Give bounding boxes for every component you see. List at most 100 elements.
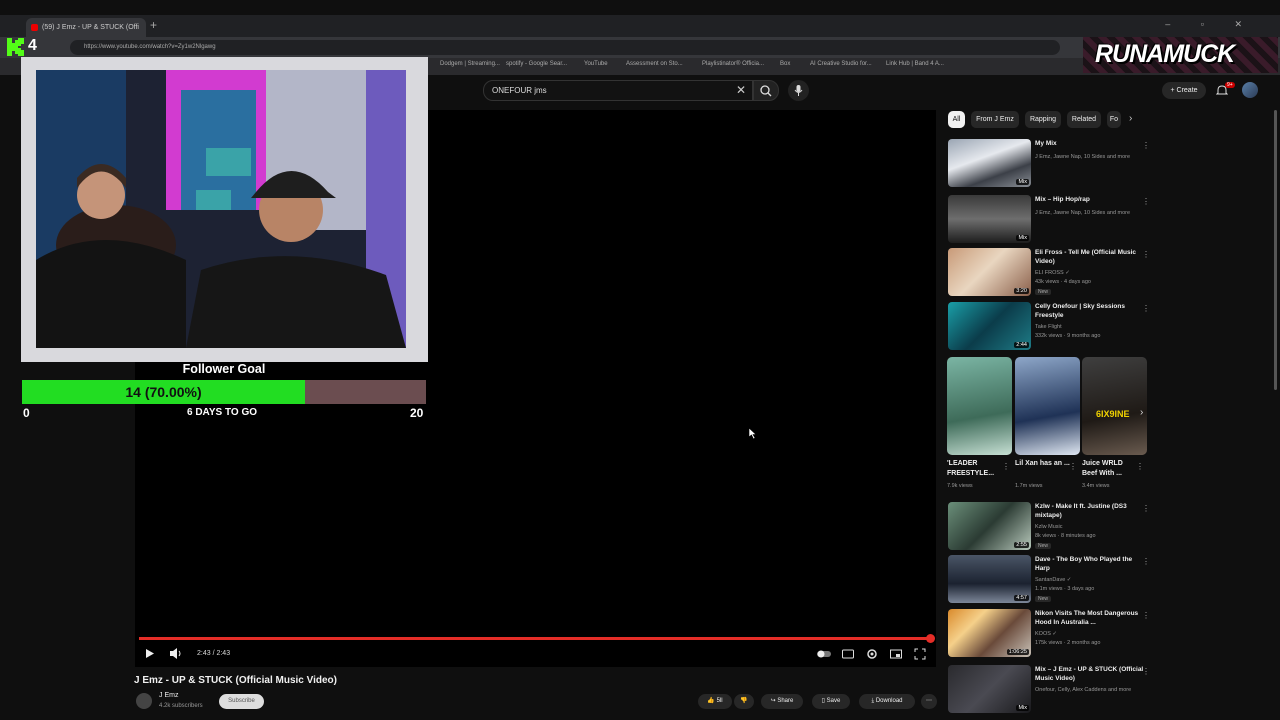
short-caption: 6IX9INE <box>1096 409 1130 419</box>
recommendation-title: Dave - The Boy Who Played the Harp <box>1035 556 1133 572</box>
webcam-feed <box>36 70 406 348</box>
channel-avatar[interactable] <box>136 693 152 709</box>
volume-button[interactable] <box>168 646 184 661</box>
video-title: J Emz - UP & STUCK (Official Music Video… <box>134 675 337 686</box>
save-button[interactable]: ▯ Save <box>812 694 850 709</box>
follower-goal-max: 20 <box>410 406 424 420</box>
play-icon <box>146 649 154 658</box>
chip-more[interactable]: Fo <box>1107 111 1121 128</box>
bookmark-item[interactable]: Playlistinator® Officia... <box>702 61 764 67</box>
search-icon <box>760 85 772 97</box>
short-more-icon[interactable]: ⋮ <box>1069 462 1077 471</box>
more-options-icon[interactable]: ⋮ <box>1142 667 1150 676</box>
search-button[interactable] <box>753 80 779 101</box>
new-tab-button[interactable]: + <box>150 18 157 32</box>
short-views: 7.9k views <box>947 483 973 489</box>
video-thumbnail: Mix <box>948 195 1031 243</box>
autoplay-toggle[interactable] <box>815 646 833 661</box>
new-badge: New <box>1035 596 1052 602</box>
thumbs-down-icon: 👎 <box>740 698 748 704</box>
bookmark-item[interactable]: Link Hub | Band 4 A... <box>886 61 944 67</box>
browser-tab[interactable]: (59) J Emz - UP & STUCK (Offi <box>26 18 146 37</box>
clear-search-icon[interactable]: ✕ <box>736 83 746 97</box>
recommendation-title: My Mix <box>1035 140 1057 147</box>
recommendation-meta: Onefour, Celly, Alex Caddens and more <box>1035 687 1132 693</box>
like-count: 5ll <box>716 698 723 704</box>
miniplayer-icon <box>890 649 902 659</box>
short-more-icon[interactable]: ⋮ <box>1136 462 1144 471</box>
shorts-next-icon[interactable]: › <box>1140 407 1143 418</box>
chip-from-channel[interactable]: From J Emz <box>971 111 1019 128</box>
recommendation-title: Kzlw - Make It ft. Justine (DS3 mixtape) <box>1035 503 1127 519</box>
share-icon: ↪ <box>770 698 776 704</box>
short-thumbnail[interactable] <box>947 357 1012 455</box>
progress-scrubber[interactable] <box>926 634 935 643</box>
short-title[interactable]: Juice WRLD Beef With ... <box>1082 459 1137 479</box>
account-avatar[interactable] <box>1242 82 1258 98</box>
short-thumbnail[interactable]: 6IX9INE <box>1082 357 1147 455</box>
bookmark-item[interactable]: AI Creative Studio for... <box>810 61 872 67</box>
subtitles-icon <box>842 649 854 659</box>
bookmark-item[interactable]: Box <box>780 61 790 67</box>
bookmark-item[interactable]: Dodgem | Streaming... <box>440 61 500 67</box>
address-bar[interactable]: https://www.youtube.com/watch?v=Zy1w2Nlg… <box>70 40 1060 55</box>
subtitles-button[interactable] <box>841 646 855 661</box>
short-title[interactable]: 'LEADER FREESTYLE... <box>947 459 1002 479</box>
subscribe-button[interactable]: Subscribe <box>219 694 264 709</box>
chip-related[interactable]: Related <box>1067 111 1101 128</box>
kick-icon <box>7 38 24 56</box>
follower-goal-value: 14 (70.00%) <box>125 384 202 400</box>
more-options-icon[interactable]: ⋮ <box>1142 611 1150 620</box>
video-thumbnail: Mix <box>948 139 1031 187</box>
progress-bar[interactable] <box>139 634 935 643</box>
more-options-icon[interactable]: ⋮ <box>1142 141 1150 150</box>
chip-all[interactable]: All <box>948 111 965 128</box>
create-button[interactable]: + Create <box>1162 82 1206 99</box>
recommendation-meta: J Emz, Jawne Nap, 10 Sides and more <box>1035 154 1131 160</box>
notification-count-badge: 9+ <box>1225 82 1235 88</box>
recommendation-channel: KOOS ✓ <box>1035 631 1058 637</box>
recommendation-stats: 43k views · 4 days ago <box>1035 279 1091 285</box>
duration-badge: 4:57 <box>1014 595 1029 601</box>
kick-number: 4 <box>28 37 37 54</box>
tab-title: (59) J Emz - UP & STUCK (Offi <box>42 24 139 31</box>
play-button[interactable] <box>144 646 156 661</box>
more-actions-button[interactable]: ⋯ <box>921 694 937 709</box>
page-scrollbar[interactable] <box>1274 110 1277 390</box>
kick-logo: 4 <box>6 37 42 57</box>
mouse-cursor-icon <box>749 428 757 439</box>
dislike-button[interactable]: 👎 <box>734 694 754 709</box>
create-label: Create <box>1176 87 1198 94</box>
more-options-icon[interactable]: ⋮ <box>1142 504 1150 513</box>
chips-next-icon[interactable]: › <box>1129 113 1132 124</box>
gear-icon <box>867 649 877 659</box>
search-input[interactable]: ONEFOUR jms <box>483 80 753 101</box>
bookmark-item[interactable]: YouTube <box>584 61 608 67</box>
follower-goal-bar: 14 (70.00%) <box>22 380 426 404</box>
short-views: 1.7m views <box>1015 483 1043 489</box>
more-options-icon[interactable]: ⋮ <box>1142 304 1150 313</box>
window-controls[interactable]: – ▫ ✕ <box>1165 19 1256 30</box>
more-options-icon[interactable]: ⋮ <box>1142 250 1150 259</box>
channel-name[interactable]: J Emz <box>159 692 178 699</box>
download-button[interactable]: ⤓ Download <box>859 694 915 709</box>
download-label: Download <box>875 698 903 704</box>
new-badge: New <box>1035 543 1052 549</box>
bookmark-item[interactable]: Assessment on Sto... <box>626 61 683 67</box>
bookmark-item[interactable]: spotify - Google Sear... <box>506 61 567 67</box>
voice-search-button[interactable] <box>788 80 809 101</box>
fullscreen-button[interactable] <box>913 646 927 661</box>
short-title[interactable]: Lil Xan has an ... <box>1015 459 1070 469</box>
duration-badge: 2:55 <box>1014 542 1029 548</box>
share-button[interactable]: ↪ Share <box>761 694 803 709</box>
short-thumbnail[interactable] <box>1015 357 1080 455</box>
screen: (59) J Emz - UP & STUCK (Offi + – ▫ ✕ ht… <box>0 0 1280 720</box>
video-thumbnail: 2:44 <box>948 302 1031 350</box>
like-button[interactable]: 👍 5ll <box>698 694 732 709</box>
settings-button[interactable] <box>865 646 879 661</box>
more-options-icon[interactable]: ⋮ <box>1142 557 1150 566</box>
chip-rapping[interactable]: Rapping <box>1025 111 1061 128</box>
more-options-icon[interactable]: ⋮ <box>1142 197 1150 206</box>
miniplayer-button[interactable] <box>889 646 903 661</box>
short-more-icon[interactable]: ⋮ <box>1002 462 1010 471</box>
